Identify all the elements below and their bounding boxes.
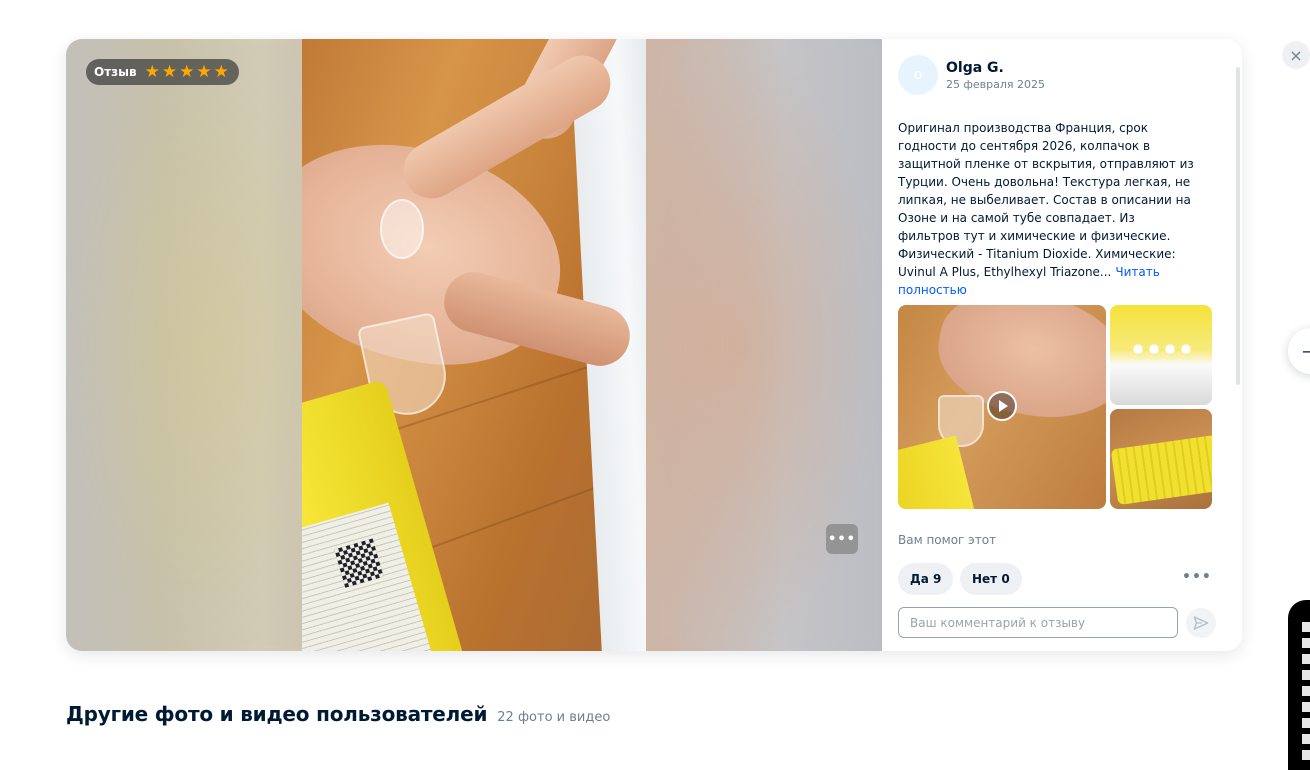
media-viewer[interactable]: Отзыв ★ ★ ★ ★ ★ ••• bbox=[66, 39, 882, 651]
vote-yes-button[interactable]: Да 9 bbox=[898, 563, 954, 595]
review-panel: o Olga G. 25 февраля 2025 Оригинал произ… bbox=[882, 39, 1242, 651]
sunscreen-bottle bbox=[302, 379, 473, 651]
review-badge: Отзыв ★ ★ ★ ★ ★ bbox=[86, 59, 239, 85]
send-button[interactable] bbox=[1186, 608, 1216, 638]
review-text: Оригинал производства Франция, срок годн… bbox=[898, 119, 1198, 299]
gallery-title: Другие фото и видео пользователей bbox=[66, 702, 488, 726]
review-media-modal: Отзыв ★ ★ ★ ★ ★ ••• o Olga G. 25 февраля… bbox=[66, 39, 1242, 651]
media-blur-left bbox=[66, 39, 302, 651]
review-more-button[interactable]: ••• bbox=[1182, 569, 1212, 585]
more-dots-icon: ••• bbox=[828, 531, 856, 547]
rating-stars: ★ ★ ★ ★ ★ bbox=[144, 61, 229, 82]
play-icon bbox=[987, 391, 1017, 421]
helpful-question: Вам помог этот bbox=[898, 533, 997, 547]
gallery-section-header: Другие фото и видео пользователей 22 фот… bbox=[66, 702, 610, 726]
media-more-button[interactable]: ••• bbox=[826, 524, 858, 554]
thumbnail-photo-1[interactable] bbox=[1110, 305, 1212, 405]
close-icon: × bbox=[1289, 45, 1303, 65]
review-author: o Olga G. 25 февраля 2025 bbox=[898, 55, 1045, 95]
cream-spot bbox=[380, 199, 424, 259]
star-icon: ★ bbox=[161, 61, 178, 82]
star-icon: ★ bbox=[144, 61, 160, 82]
thumb-label-icons bbox=[1130, 341, 1194, 357]
author-name[interactable]: Olga G. bbox=[946, 60, 1045, 76]
gallery-count: 22 фото и видео bbox=[497, 710, 611, 725]
side-widget-graphic bbox=[1302, 622, 1310, 762]
comment-input[interactable] bbox=[898, 607, 1178, 638]
review-video[interactable] bbox=[302, 39, 646, 651]
next-button[interactable]: → bbox=[1288, 328, 1310, 374]
side-widget[interactable] bbox=[1288, 600, 1310, 770]
thumbnail-photo-2[interactable] bbox=[1110, 409, 1212, 509]
close-modal-button[interactable]: × bbox=[1282, 41, 1310, 69]
panel-scrollbar[interactable] bbox=[1236, 67, 1240, 385]
arrow-right-icon: → bbox=[1302, 341, 1310, 361]
send-icon bbox=[1193, 616, 1209, 630]
avatar-icon: o bbox=[913, 67, 923, 83]
review-date: 25 февраля 2025 bbox=[946, 77, 1046, 91]
review-body: Оригинал производства Франция, срок годн… bbox=[898, 121, 1194, 279]
vote-no-button[interactable]: Нет 0 bbox=[960, 563, 1022, 595]
star-icon: ★ bbox=[213, 61, 229, 82]
avatar: o bbox=[898, 55, 938, 95]
media-blur-right bbox=[646, 39, 882, 651]
thumb-bottle bbox=[1110, 432, 1212, 506]
review-badge-label: Отзыв bbox=[94, 65, 137, 79]
star-icon: ★ bbox=[179, 61, 195, 82]
thumbnail-video[interactable] bbox=[898, 305, 1106, 509]
star-icon: ★ bbox=[196, 61, 212, 82]
